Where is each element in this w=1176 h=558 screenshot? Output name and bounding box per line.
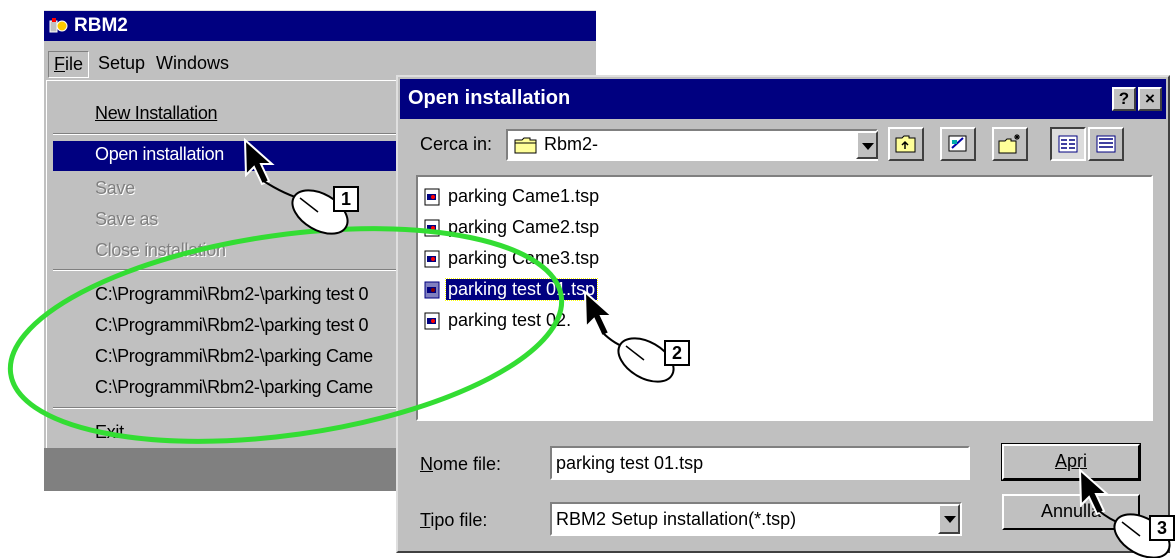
menu-item-save: Save	[95, 178, 135, 198]
app-title: RBM2	[74, 15, 128, 36]
look-in-value: Rbm2-	[544, 134, 599, 154]
close-button[interactable]: ×	[1138, 87, 1162, 111]
file-name: parking Came3.tsp	[448, 248, 600, 268]
step-badge-1: 1	[333, 186, 359, 212]
tsp-file-icon	[424, 312, 440, 330]
file-list[interactable]: parking Came1.tsp parking Came2.tsp park…	[416, 175, 1153, 421]
tsp-file-icon	[424, 281, 440, 299]
menu-setup[interactable]: Setup	[98, 53, 145, 74]
menu-item-recent-4[interactable]: C:\Programmi\Rbm2-\parking Came	[95, 377, 373, 398]
app-title-bar: RBM2	[44, 11, 596, 41]
details-view-icon	[1096, 135, 1116, 153]
list-view-icon	[1058, 135, 1078, 153]
menu-item-save-as: Save as	[95, 209, 158, 229]
new-folder-icon	[998, 134, 1020, 154]
look-in-dropdown-button[interactable]	[856, 131, 878, 159]
desktop-button[interactable]	[940, 127, 976, 161]
menu-item-recent-1[interactable]: C:\Programmi\Rbm2-\parking test 0	[95, 284, 368, 305]
file-name: parking test 02.	[448, 310, 572, 330]
menu-item-open-installation[interactable]: Open installation	[95, 144, 224, 165]
app-logo-icon	[49, 18, 68, 33]
folder-icon	[514, 137, 537, 154]
dialog-title-bar: Open installation ? ×	[400, 79, 1166, 119]
filename-value: parking test 01.tsp	[556, 453, 704, 473]
open-installation-dialog: Open installation ? × Cerca in: Rbm2- pa…	[396, 75, 1170, 553]
filetype-value: RBM2 Setup installation(*.tsp)	[556, 509, 797, 529]
file-name: parking Came1.tsp	[448, 186, 600, 206]
filetype-label: Tipo file:	[420, 510, 488, 530]
menu-item-new-installation[interactable]: New Installation	[95, 103, 218, 124]
up-one-level-button[interactable]	[888, 127, 924, 161]
step-badge-3: 3	[1149, 515, 1175, 541]
details-view-button[interactable]	[1088, 127, 1124, 161]
list-view-button[interactable]	[1050, 127, 1086, 161]
new-folder-button[interactable]	[992, 127, 1028, 161]
filetype-dropdown-button[interactable]	[938, 504, 960, 534]
menu-item-recent-3[interactable]: C:\Programmi\Rbm2-\parking Came	[95, 346, 373, 367]
menu-file[interactable]: File	[48, 51, 90, 78]
look-in-combo[interactable]: Rbm2-	[506, 129, 878, 161]
menu-item-close-installation: Close installation	[95, 240, 226, 260]
cancel-button[interactable]: Annulla	[1002, 494, 1140, 530]
tsp-file-icon	[424, 219, 440, 237]
desktop-icon	[948, 135, 967, 152]
dialog-title: Open installation	[408, 87, 571, 109]
look-in-label: Cerca in:	[420, 134, 493, 154]
filetype-combo[interactable]: RBM2 Setup installation(*.tsp)	[550, 502, 962, 536]
help-button[interactable]: ?	[1112, 87, 1136, 111]
file-name: parking test 01.tsp	[444, 278, 599, 301]
menu-windows[interactable]: Windows	[156, 53, 229, 74]
file-name: parking Came2.tsp	[448, 217, 600, 237]
filename-input[interactable]: parking test 01.tsp	[550, 446, 970, 480]
tsp-file-icon	[424, 250, 440, 268]
menu-item-exit[interactable]: Exit	[95, 422, 124, 443]
filename-label: Nome file:	[420, 454, 502, 474]
open-button[interactable]: Apri	[1001, 443, 1141, 481]
menu-item-recent-2[interactable]: C:\Programmi\Rbm2-\parking test 0	[95, 315, 368, 336]
step-badge-2: 2	[664, 340, 690, 366]
tsp-file-icon	[424, 188, 440, 206]
up-folder-icon	[895, 135, 916, 153]
